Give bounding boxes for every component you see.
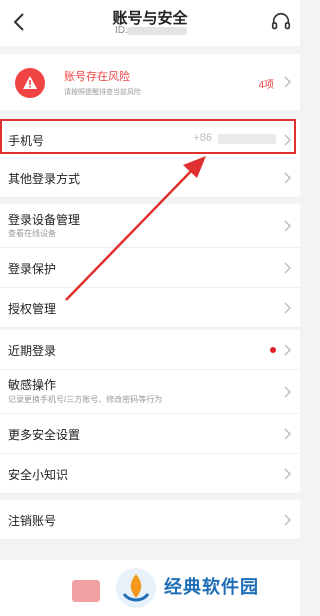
- watermark-logo-square: [72, 580, 100, 602]
- watermark-area: 经典软件园: [0, 560, 300, 616]
- watermark-text: 经典软件园: [164, 577, 259, 597]
- watermark-logo-icon: [116, 568, 156, 608]
- annotation-arrow: [65, 156, 206, 301]
